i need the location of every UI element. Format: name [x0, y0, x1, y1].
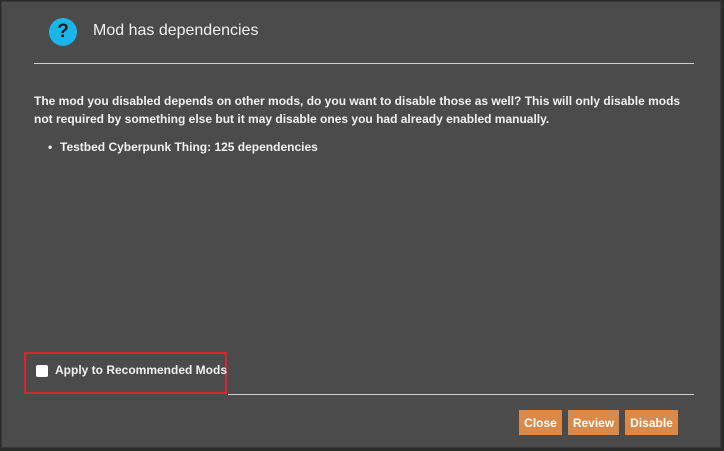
close-button[interactable]: Close	[519, 410, 562, 435]
disable-button[interactable]: Disable	[625, 410, 678, 435]
dependency-list: Testbed Cyberpunk Thing: 125 dependencie…	[48, 140, 318, 154]
apply-recommended-checkbox[interactable]	[36, 365, 48, 377]
footer-divider	[228, 394, 694, 395]
dialog-message: The mod you disabled depends on other mo…	[34, 94, 681, 126]
dependency-item: Testbed Cyberpunk Thing: 125 dependencie…	[48, 140, 318, 154]
dialog-header: ? Mod has dependencies	[34, 2, 694, 64]
question-icon: ?	[49, 18, 77, 46]
dialog-title: Mod has dependencies	[93, 22, 259, 39]
review-button[interactable]: Review	[568, 410, 619, 435]
apply-recommended-label[interactable]: Apply to Recommended Mods	[55, 363, 227, 377]
dependency-dialog: ? Mod has dependencies The mod you disab…	[1, 1, 721, 448]
